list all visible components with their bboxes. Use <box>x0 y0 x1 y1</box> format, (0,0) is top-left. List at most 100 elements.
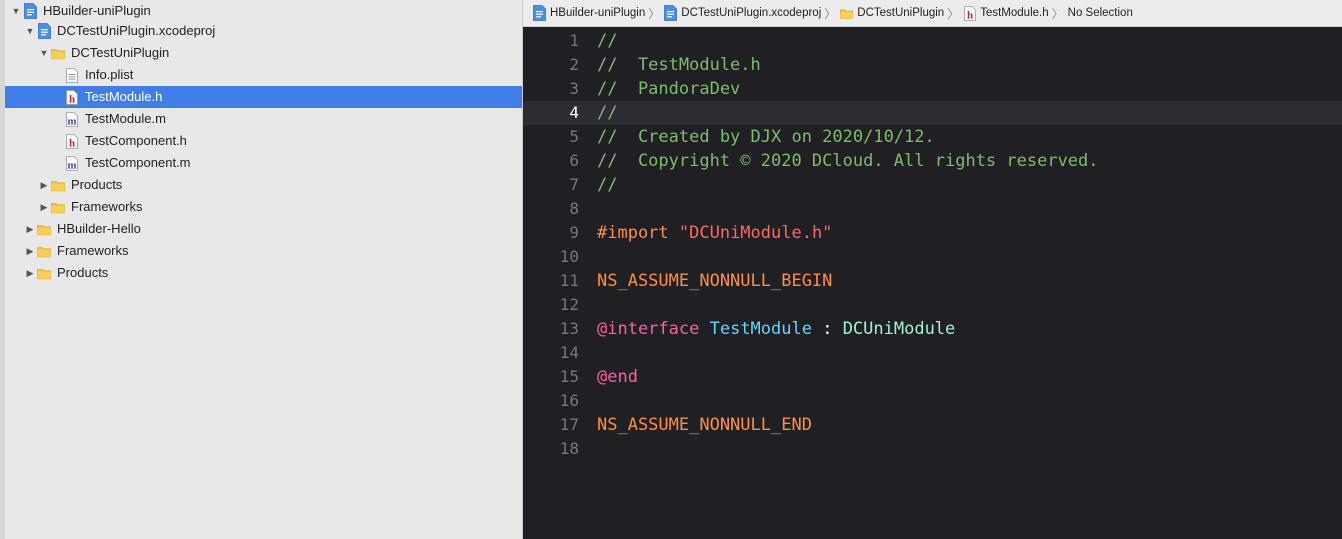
code-line[interactable]: 11 NS_ASSUME_NONNULL_BEGIN <box>523 269 1342 293</box>
code-token: DCUniModule <box>842 319 956 339</box>
code-line[interactable]: 13 @interface TestModule : DCUniModule <box>523 317 1342 341</box>
svg-text:h: h <box>69 93 75 105</box>
tree-row-label: TestModule.m <box>85 111 166 126</box>
header-file-icon: h <box>65 133 79 149</box>
tree-row-label: TestModule.h <box>85 89 163 104</box>
code-line[interactable]: 5 // Created by DJX on 2020/10/12. <box>523 125 1342 149</box>
folder-icon <box>37 221 51 237</box>
code-line[interactable]: 15 @end <box>523 365 1342 389</box>
code-line[interactable]: 2 // TestModule.h <box>523 53 1342 77</box>
plist-file-icon <box>65 67 79 83</box>
line-number: 16 <box>559 391 579 410</box>
tree-row[interactable]: ▶hTestComponent.h <box>5 130 522 152</box>
source-editor: HBuilder-uniPlugin 〉 DCTestUniPlugin.xcode… <box>523 0 1342 539</box>
code-token: TestModule <box>709 319 812 339</box>
disclosure-closed-icon[interactable]: ▶ <box>23 224 37 235</box>
tree-row-label: TestComponent.m <box>85 155 191 170</box>
code-line[interactable]: 6 // Copyright © 2020 DCloud. All rights … <box>523 149 1342 173</box>
line-number: 1 <box>569 31 579 50</box>
jump-bar-crumb[interactable]: DCTestUniPlugin.xcodeproj <box>664 5 821 21</box>
project-file-icon <box>533 5 546 21</box>
code-line[interactable]: 8 <box>523 197 1342 221</box>
jump-bar-crumb[interactable]: HBuilder-uniPlugin <box>533 5 645 21</box>
svg-text:m: m <box>67 115 76 127</box>
disclosure-closed-icon[interactable]: ▶ <box>23 246 37 257</box>
disclosure-open-icon[interactable]: ▼ <box>37 48 51 58</box>
jump-bar-crumb-label: HBuilder-uniPlugin <box>550 7 646 19</box>
tree-row-label: Frameworks <box>71 199 143 214</box>
code-line[interactable]: 17 NS_ASSUME_NONNULL_END <box>523 413 1342 437</box>
code-area[interactable]: 1 // 2 // TestModule.h 3 // PandoraDev 4 // 5 // … <box>523 28 1342 539</box>
tree-row-label: Products <box>57 265 109 280</box>
line-number: 17 <box>559 415 579 434</box>
code-line[interactable]: 1 // <box>523 29 1342 53</box>
code-token: // <box>597 103 618 123</box>
code-line[interactable]: 18 <box>523 437 1342 461</box>
disclosure-open-icon[interactable]: ▼ <box>9 6 23 16</box>
code-line[interactable]: 12 <box>523 293 1342 317</box>
tree-row[interactable]: ▶ HBuilder-Hello <box>5 218 522 240</box>
line-number: 5 <box>569 127 579 146</box>
implementation-file-icon: m <box>65 111 79 127</box>
disclosure-closed-icon[interactable]: ▶ <box>23 268 37 279</box>
line-number: 2 <box>569 55 579 74</box>
code-line[interactable]: 14 <box>523 341 1342 365</box>
code-text: NS_ASSUME_NONNULL_BEGIN <box>597 269 832 293</box>
code-line[interactable]: 7 // <box>523 173 1342 197</box>
code-line[interactable]: 10 <box>523 245 1342 269</box>
tree-row-label: HBuilder-uniPlugin <box>43 3 151 18</box>
tree-row-label: Products <box>71 177 123 192</box>
line-number: 7 <box>569 175 579 194</box>
disclosure-closed-icon[interactable]: ▶ <box>37 202 51 213</box>
tree-row[interactable]: ▼ DCTestUniPlugin.xcodeproj <box>5 20 522 42</box>
tree-row[interactable]: ▶ Products <box>5 174 522 196</box>
code-line[interactable]: 4 // <box>523 101 1342 125</box>
tree-row[interactable]: ▼ DCTestUniPlugin <box>5 42 522 64</box>
code-token: #import <box>597 223 679 243</box>
code-text: // TestModule.h <box>597 53 761 77</box>
jump-bar-crumb[interactable]: DCTestUniPlugin <box>840 5 944 21</box>
svg-text:m: m <box>67 159 76 171</box>
line-number: 4 <box>569 103 579 122</box>
tree-row[interactable]: ▶ Frameworks <box>5 196 522 218</box>
tree-row-label: Info.plist <box>85 67 134 82</box>
code-token: : <box>811 319 843 339</box>
code-line[interactable]: 16 <box>523 389 1342 413</box>
code-line[interactable]: 3 // PandoraDev <box>523 77 1342 101</box>
folder-icon <box>51 177 65 193</box>
disclosure-open-icon[interactable]: ▼ <box>23 26 37 36</box>
tree-row[interactable]: ▶Info.plist <box>5 64 522 86</box>
tree-row[interactable]: ▶hTestModule.h <box>5 86 522 108</box>
code-text: // <box>597 101 617 125</box>
line-number: 3 <box>569 79 579 98</box>
tree-row-label: Frameworks <box>57 243 129 258</box>
jump-bar-crumb-label: DCTestUniPlugin <box>857 7 945 19</box>
line-number: 10 <box>559 247 579 266</box>
code-text: // Copyright © 2020 DCloud. All rights r… <box>597 149 1099 173</box>
tree-row[interactable]: ▶mTestComponent.m <box>5 152 522 174</box>
tree-row-label: HBuilder-Hello <box>57 221 141 236</box>
code-line[interactable]: 9 #import "DCUniModule.h" <box>523 221 1342 245</box>
tree-row[interactable]: ▼ HBuilder-uniPlugin <box>5 0 522 22</box>
jump-bar: HBuilder-uniPlugin 〉 DCTestUniPlugin.xcode… <box>523 0 1342 27</box>
line-number: 8 <box>569 199 579 218</box>
tree-row[interactable]: ▶ Frameworks <box>5 240 522 262</box>
jump-bar-crumb[interactable]: h TestModule.h <box>963 5 1049 21</box>
line-number: 11 <box>559 271 579 290</box>
folder-icon <box>37 243 51 259</box>
jump-bar-crumb[interactable]: No Selection <box>1068 7 1133 19</box>
project-navigator: ▼ HBuilder-uniPlugin ▼ DCTestUniPlugin.xcod… <box>0 0 523 539</box>
code-token: // Created by DJX on 2020/10/12. <box>597 127 935 147</box>
code-text: // Created by DJX on 2020/10/12. <box>597 125 935 149</box>
jump-bar-crumb-label: No Selection <box>1067 7 1133 19</box>
code-text: // <box>597 173 617 197</box>
folder-icon <box>37 265 51 281</box>
disclosure-closed-icon[interactable]: ▶ <box>37 180 51 191</box>
tree-row[interactable]: ▶ Products <box>5 262 522 284</box>
chevron-right-icon: 〉 <box>1051 6 1064 21</box>
project-file-icon <box>664 5 678 21</box>
code-text: // PandoraDev <box>597 77 740 101</box>
folder-icon <box>51 199 65 215</box>
tree-row[interactable]: ▶mTestModule.m <box>5 108 522 130</box>
